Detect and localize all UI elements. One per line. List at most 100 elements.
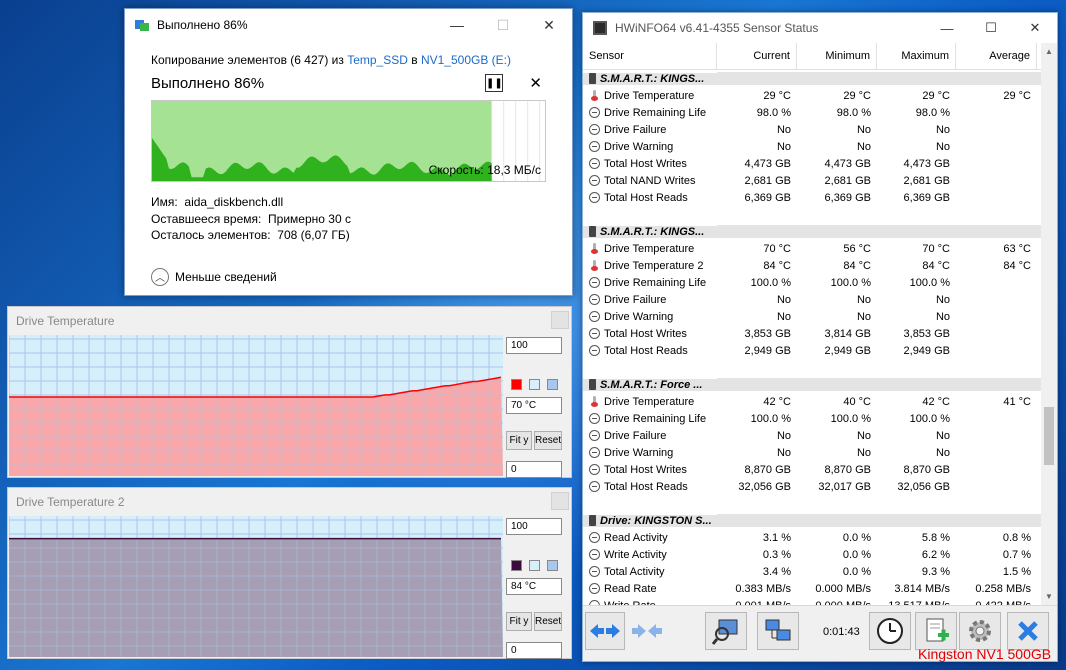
sensor-group-row[interactable]: S.M.A.R.T.: Force ... [583,376,1041,393]
sensor-row[interactable]: Drive Temperature 2 84 °C 84 °C 84 °C 84 °C [583,257,1041,274]
sensor-row[interactable]: Total Host Reads 2,949 GB 2,949 GB 2,949 GB [583,342,1041,359]
fit-y-button[interactable]: Fit y [506,431,532,450]
col-minimum[interactable]: Minimum [797,43,877,69]
scroll-down-icon[interactable]: ▼ [1041,588,1057,605]
current-value: 3.4 % [762,565,791,578]
graph-window-button[interactable] [551,311,569,329]
current-value: 8,870 GB [744,463,791,476]
scroll-thumb[interactable] [1044,407,1054,465]
sensor-row[interactable]: Drive Failure No No No [583,427,1041,444]
sensor-row[interactable]: Total NAND Writes 2,681 GB 2,681 GB 2,681 G… [583,172,1041,189]
sensor-row[interactable]: Total Host Reads 6,369 GB 6,369 GB 6,369 GB [583,189,1041,206]
minimize-icon: — [940,20,954,36]
current-value: No [776,293,791,306]
sensor-circle-icon [589,328,600,339]
sensor-row[interactable]: Write Rate0.001 MB/s0.000 MB/s13.517 MB/… [583,597,1041,605]
reset-timer-button[interactable] [869,612,911,650]
sensor-row[interactable]: Drive Warning No No No [583,444,1041,461]
sensor-row[interactable]: Total Host Writes 4,473 GB 4,473 GB 4,473 G… [583,155,1041,172]
vertical-scrollbar[interactable]: ▲ ▼ [1041,43,1057,605]
minimum-value: 56 °C [843,242,871,255]
sensor-row[interactable]: Write Activity 0.3 % 0.0 % 6.2 % 0.7 % [583,546,1041,563]
sensor-group-row[interactable]: S.M.A.R.T.: KINGS... [583,70,1041,87]
sensor-row[interactable]: Drive Warning No No No [583,308,1041,325]
thermometer-icon [589,90,600,101]
fit-y-button[interactable]: Fit y [506,612,532,631]
grid-color-swatch[interactable] [547,560,558,571]
col-maximum[interactable]: Maximum [877,43,956,69]
sensor-row[interactable]: Drive Failure No No No [583,121,1041,138]
hwinfo-titlebar[interactable]: HWiNFO64 v6.41-4355 Sensor Status — ☐ ✕ [583,13,1057,43]
drive-icon [589,379,596,390]
pause-button[interactable]: ❚❚ [485,74,504,92]
sensor-name: Drive Temperature [604,242,695,255]
maximize-button[interactable]: ☐ [969,13,1013,43]
sensor-name-cell: Total Host Writes [583,464,717,476]
sensor-name-cell: Read Activity [583,532,717,544]
sensor-row[interactable]: Total Activity 3.4 % 0.0 % 9.3 % 1.5 % [583,563,1041,580]
close-x-icon [1018,621,1038,641]
cancel-copy-button[interactable]: ✕ [529,74,542,92]
copy-dialog-titlebar[interactable]: Выполнено 86% — ☐ ✕ [125,9,572,41]
navigate-arrows-button[interactable] [585,612,625,650]
sensor-row[interactable]: Drive Remaining Life 100.0 % 100.0 % 100.0 … [583,410,1041,427]
sensor-table: Sensor Current Minimum Maximum Average S… [583,43,1041,605]
reset-button[interactable]: Reset [534,612,562,631]
sensor-row[interactable]: Drive Temperature 29 °C 29 °C 29 °C 29 °C [583,87,1041,104]
reset-button[interactable]: Reset [534,431,562,450]
minimum-value: 98.0 % [836,106,871,119]
sensor-circle-icon [589,430,600,441]
minimize-button[interactable]: — [925,13,969,43]
sensor-row[interactable]: Drive Temperature 42 °C 40 °C 42 °C 41 °C [583,393,1041,410]
source-link[interactable]: Temp_SSD [347,53,408,67]
minimum-value: 2,681 GB [824,174,871,187]
copy-info: Имя: aida_diskbench.dll Оставшееся время… [151,194,546,244]
close-button[interactable]: ✕ [1013,13,1057,43]
col-current[interactable]: Current [717,43,797,69]
sensor-row[interactable]: Total Host Reads 32,056 GB 32,017 GB 32,056… [583,478,1041,495]
graph-title-bar[interactable]: Drive Temperature [8,307,571,335]
sensor-row[interactable]: Drive Remaining Life 100.0 % 100.0 % 100.0 … [583,274,1041,291]
col-sensor[interactable]: Sensor [583,43,717,69]
series-color-swatch[interactable] [511,379,522,390]
current-value: 6,369 GB [744,191,791,204]
sensor-row[interactable]: Drive Warning No No No [583,138,1041,155]
background-color-swatch[interactable] [529,379,540,390]
minimum-value: 0.000 MB/s [815,582,871,595]
current-value: 32,056 GB [738,480,791,493]
sensor-row[interactable]: Read Rate 0.383 MB/s 0.000 MB/s 3.814 MB/s 0… [583,580,1041,597]
current-value: No [776,140,791,153]
sensor-circle-icon [589,141,600,152]
exit-button[interactable] [1007,612,1049,650]
group-fill [717,378,1041,391]
report-button[interactable] [705,612,747,650]
sensor-group-row[interactable]: S.M.A.R.T.: KINGS... [583,223,1041,240]
sensor-row[interactable]: Total Host Writes 3,853 GB 3,814 GB 3,853 G… [583,325,1041,342]
sensor-row[interactable]: Drive Temperature 70 °C 56 °C 70 °C 63 °C [583,240,1041,257]
minimum-value: No [856,123,871,136]
series-color-swatch[interactable] [511,560,522,571]
graph-window-button[interactable] [551,492,569,510]
sensor-circle-icon [589,566,600,577]
network-button[interactable] [757,612,799,650]
close-button[interactable]: ✕ [526,9,572,41]
sensor-group-row[interactable]: Drive: KINGSTON S... [583,512,1041,529]
sensor-row[interactable]: Total Host Writes 8,870 GB 8,870 GB 8,870 G… [583,461,1041,478]
minimize-button[interactable]: — [434,9,480,41]
settings-button[interactable] [959,612,1001,650]
collapse-arrows-button[interactable] [627,612,667,650]
graph-title-bar[interactable]: Drive Temperature 2 [8,488,571,516]
scroll-up-icon[interactable]: ▲ [1041,43,1057,60]
col-average[interactable]: Average [956,43,1037,69]
maximize-button[interactable]: ☐ [480,9,526,41]
logging-button[interactable] [915,612,957,650]
close-icon: ✕ [1029,20,1041,35]
sensor-row[interactable]: Read Activity 3.1 % 0.0 % 5.8 % 0.8 % [583,529,1041,546]
sensor-name-cell: Drive Warning [583,447,717,459]
sensor-row[interactable]: Drive Remaining Life 98.0 % 98.0 % 98.0 % [583,104,1041,121]
background-color-swatch[interactable] [529,560,540,571]
sensor-row[interactable]: Drive Failure No No No [583,291,1041,308]
grid-color-swatch[interactable] [547,379,558,390]
destination-link[interactable]: NV1_500GB (E:) [421,53,511,67]
less-details-toggle[interactable]: ︿ Меньше сведений [151,267,546,286]
